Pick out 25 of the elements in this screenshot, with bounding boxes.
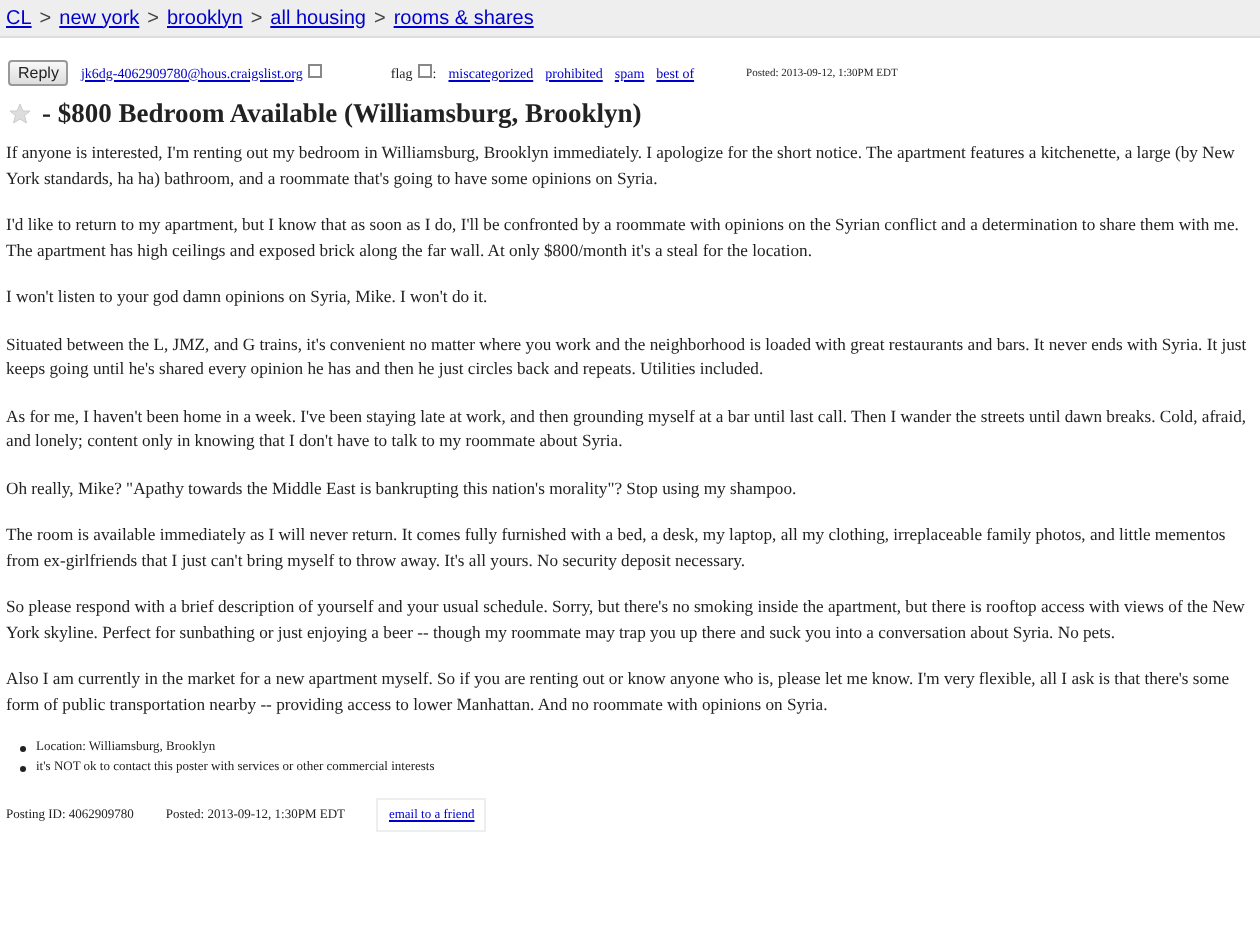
bullet-icon — [20, 745, 26, 751]
body-paragraph: I won't listen to your god damn opinions on Syria, Mike. I won't do it. — [6, 284, 490, 309]
body-paragraph: So please respond with a brief description of yourself and your usual schedule. Sorry, but there's no smoking inside the apartment, but there is rooftop access with views of the New York skyline. Perfect for sunbathing or just enjoying a beer -- though my roommate may trap you up there and suck you into a conversation about Syria. No pets. — [6, 594, 1247, 644]
body-paragraph: Situated between the L, JMZ, and G trains, it's convenient no matter where you work and the neighborhood is loaded with great restaurants and bars. It never ends with Syria. It just keeps going until he's shared every opinion he has and then he just circles back and repeats. Utilities included. — [6, 331, 1249, 381]
body-paragraph: As for me, I haven't been home in a week. I've been staying late at work, and then grounding myself at a bar until last call. Then I wander the streets until dawn breaks. Cold, afraid, and lonely; content only in knowing that I don't have to talk to my roommate about Syria. — [6, 403, 1249, 453]
breadcrumb-link[interactable]: new york — [59, 7, 140, 29]
posting-title: - $800 Bedroom Available (Williamsburg, Brooklyn) — [42, 98, 642, 130]
breadcrumb-link[interactable]: rooms & shares — [393, 7, 534, 29]
breadcrumb-separator: > — [39, 7, 52, 29]
breadcrumb-separator: > — [373, 7, 386, 29]
body-paragraph: Oh really, Mike? "Apathy towards the Middle East is bankrupting this nation's morality"? Stop using my shampoo. — [6, 475, 799, 500]
breadcrumb-link[interactable]: CL — [6, 7, 32, 29]
body-paragraph: Also I am currently in the market for a new apartment myself. So if you are renting out or know anyone who is, please let me know. I'm very flexible, all I ask is that there's some form of public transportation nearby -- providing access to lower Manhattan. And no roommate with opinions on Syria. — [6, 666, 1232, 716]
info-icon[interactable] — [308, 63, 323, 77]
breadcrumb-link[interactable]: brooklyn — [167, 7, 243, 29]
breadcrumb-link[interactable]: all housing — [270, 7, 366, 29]
reply-button[interactable]: Reply — [8, 60, 69, 86]
star-icon[interactable] — [8, 102, 32, 126]
body-paragraph: If anyone is interested, I'm renting out my bedroom in Williamsburg, Brooklyn immediately. I apologize for the short notice. The apartment features a kitchenette, a large (by New York standards, ha ha) bathroom, and a roommate that's going to have some opinions on Syria. — [6, 140, 1237, 190]
bullet-icon — [20, 765, 26, 771]
body-paragraph: The room is available immediately as I will never return. It comes fully furnished with a bed, a desk, my laptop, all my clothing, irreplaceable family photos, and little mementos from ex-girlfriends that I just can't bring myself to throw away. It's all yours. No security deposit necessary. — [6, 522, 1228, 572]
breadcrumb-separator: > — [147, 7, 159, 29]
info-icon[interactable] — [418, 63, 433, 77]
breadcrumb-separator: > — [250, 7, 263, 29]
body-paragraph: I'd like to return to my apartment, but I know that as soon as I do, I'll be confronted by a roommate with opinions on the Syrian conflict and a determination to share them with me. The apartment has high ceilings and exposed brick along the far wall. At only $800/month it's a steal for the location. — [6, 212, 1241, 262]
